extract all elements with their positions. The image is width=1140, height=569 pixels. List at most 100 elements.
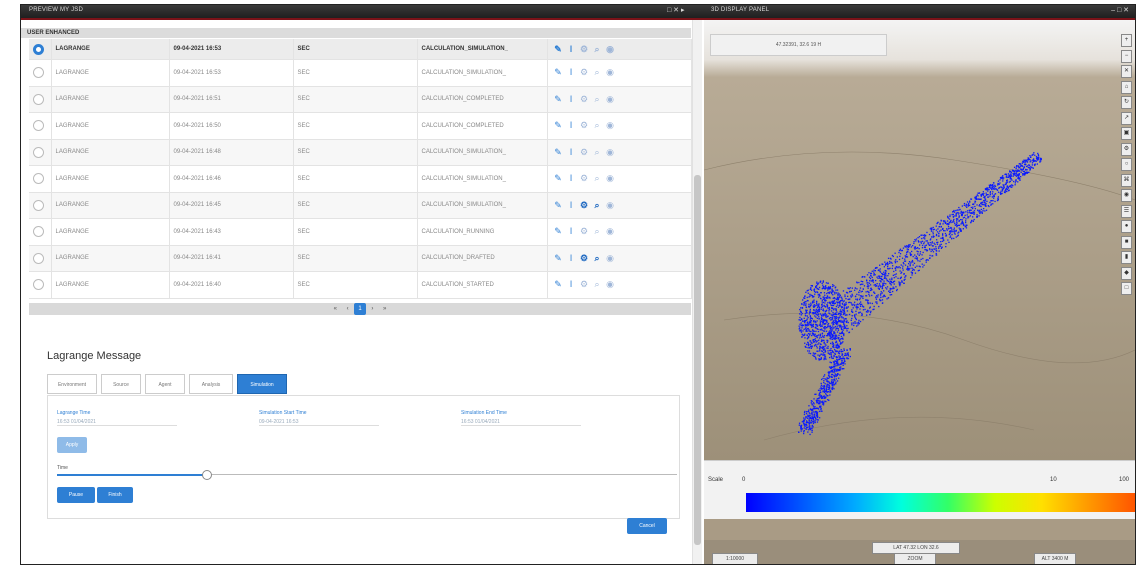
pager-prev[interactable]: ‹ (343, 303, 353, 315)
map-tool-button[interactable]: ⚙ (1121, 142, 1132, 156)
search-icon[interactable]: ⌕ (591, 173, 604, 184)
settings-icon[interactable]: ⚙ (578, 147, 591, 158)
row-select-radio[interactable] (33, 226, 44, 238)
field-start-time[interactable]: 09-04-2021 16:53 (259, 419, 379, 426)
map-tool-button[interactable]: ◆ (1121, 266, 1132, 280)
search-icon[interactable]: ⌕ (591, 279, 604, 290)
pager-first[interactable]: « (330, 303, 341, 315)
map-viewer[interactable]: 47.32391, 32.6 19 H + − ✕ ⌂ ↻ ↗ ▣ ⚙ ○ ⌘ ◉ ☰ ● ■ ▮ ◆ □ Sc… (704, 20, 1135, 564)
view-icon[interactable]: ◉ (604, 200, 617, 211)
select-all-radio[interactable] (33, 43, 44, 55)
pause-button[interactable]: Pause (57, 487, 95, 503)
view-icon[interactable]: ◉ (604, 44, 617, 55)
scale-button[interactable]: 1:10000 (712, 553, 758, 564)
settings-icon[interactable]: ⚙ (578, 279, 591, 290)
info-icon[interactable]: ǀ (565, 67, 578, 77)
table-row[interactable]: LAGRANGE 09-04-2021 16:46 SEC CALCULATION_S… (29, 165, 692, 193)
left-window-controls[interactable]: □ ✕ ▸ (667, 6, 685, 14)
table-row[interactable]: LAGRANGE 09-04-2021 16:48 SEC CALCULATION_S… (29, 139, 692, 166)
cancel-button[interactable]: Cancel (627, 518, 667, 534)
column-header-unit[interactable]: SEC (293, 39, 418, 60)
info-icon[interactable]: ǀ (565, 44, 578, 54)
edit-icon[interactable]: ✎ (552, 94, 565, 105)
row-select-radio[interactable] (33, 252, 44, 264)
info-icon[interactable]: ǀ (565, 279, 578, 289)
view-icon[interactable]: ◉ (604, 67, 617, 78)
info-icon[interactable]: ǀ (565, 173, 578, 183)
info-icon[interactable]: ǀ (565, 200, 578, 210)
row-select-radio[interactable] (33, 120, 44, 132)
settings-icon[interactable]: ⚙ (578, 226, 591, 237)
tab-environment[interactable]: Environment (47, 374, 97, 394)
apply-button[interactable]: Apply (57, 437, 87, 453)
column-header-status[interactable]: CALCULATION_SIMULATION_ (417, 39, 548, 60)
pager-next[interactable]: › (367, 303, 377, 315)
terrain-view[interactable] (704, 20, 1135, 460)
edit-icon[interactable]: ✎ (552, 120, 565, 131)
search-icon[interactable]: ⌕ (591, 94, 604, 105)
column-header-type[interactable]: LAGRANGE (51, 39, 170, 60)
table-row[interactable]: LAGRANGE 09-04-2021 16:45 SEC CALCULATION_S… (29, 192, 692, 219)
field-end-time[interactable]: 16:53 01/04/2021 (461, 419, 581, 426)
scrollbar-thumb[interactable] (694, 175, 701, 545)
view-icon[interactable]: ◉ (604, 94, 617, 105)
view-icon[interactable]: ◉ (604, 279, 617, 290)
map-tool-button[interactable]: ◉ (1121, 189, 1132, 202)
search-icon[interactable]: ⌕ (591, 120, 604, 131)
edit-icon[interactable]: ✎ (552, 279, 565, 290)
settings-icon[interactable]: ⚙ (578, 253, 591, 264)
row-select-radio[interactable] (33, 93, 44, 105)
view-icon[interactable]: ◉ (604, 226, 617, 237)
row-select-radio[interactable] (33, 67, 44, 79)
edit-icon[interactable]: ✎ (552, 173, 565, 184)
table-row[interactable]: LAGRANGE 09-04-2021 16:51 SEC CALCULATION_C… (29, 86, 692, 113)
map-tool-button[interactable]: ⌘ (1121, 173, 1132, 187)
map-tool-button[interactable]: ○ (1121, 158, 1132, 171)
edit-icon[interactable]: ✎ (552, 44, 565, 55)
map-tool-button[interactable]: ▣ (1121, 127, 1132, 140)
pager-current[interactable]: 1 (354, 303, 366, 315)
edit-icon[interactable]: ✎ (552, 253, 565, 264)
view-icon[interactable]: ◉ (604, 173, 617, 184)
info-icon[interactable]: ǀ (565, 120, 578, 130)
pager-last[interactable]: » (379, 303, 390, 315)
edit-icon[interactable]: ✎ (552, 226, 565, 237)
row-select-radio[interactable] (33, 279, 44, 291)
map-tool-button[interactable]: ■ (1121, 235, 1132, 249)
map-tool-button[interactable]: − (1121, 49, 1132, 63)
column-header-date[interactable]: 09-04-2021 16:53 (169, 39, 294, 60)
edit-icon[interactable]: ✎ (552, 147, 565, 158)
time-slider-handle[interactable] (202, 470, 212, 480)
zoom-button[interactable]: ZOOM (894, 553, 936, 564)
tab-source[interactable]: Source (101, 374, 141, 394)
table-row[interactable]: LAGRANGE 09-04-2021 16:53 SEC CALCULATION_S… (29, 59, 692, 87)
edit-icon[interactable]: ✎ (552, 200, 565, 211)
tab-agent[interactable]: Agent (145, 374, 185, 394)
map-tool-button[interactable]: ● (1121, 220, 1132, 233)
settings-icon[interactable]: ⚙ (578, 200, 591, 211)
settings-icon[interactable]: ⚙ (578, 44, 591, 55)
field-lagrange-time[interactable]: 16:53 01/04/2021 (57, 419, 177, 426)
row-select-radio[interactable] (33, 199, 44, 211)
map-tool-button[interactable]: ▮ (1121, 251, 1132, 264)
edit-icon[interactable]: ✎ (552, 67, 565, 78)
row-select-radio[interactable] (33, 173, 44, 185)
left-scrollbar[interactable] (692, 20, 702, 564)
search-icon[interactable]: ⌕ (591, 67, 604, 78)
tab-analysis[interactable]: Analysis (189, 374, 233, 394)
view-icon[interactable]: ◉ (604, 120, 617, 131)
search-icon[interactable]: ⌕ (591, 44, 604, 55)
map-tool-button[interactable]: ☰ (1121, 204, 1132, 218)
table-row[interactable]: LAGRANGE 09-04-2021 16:50 SEC CALCULATION_C… (29, 112, 692, 140)
view-icon[interactable]: ◉ (604, 253, 617, 264)
settings-icon[interactable]: ⚙ (578, 67, 591, 78)
map-tool-button[interactable]: ↻ (1121, 96, 1132, 109)
info-icon[interactable]: ǀ (565, 253, 578, 263)
map-tool-button[interactable]: ↗ (1121, 111, 1132, 125)
settings-icon[interactable]: ⚙ (578, 94, 591, 105)
row-select-radio[interactable] (33, 146, 44, 158)
map-tool-button[interactable]: + (1121, 34, 1132, 47)
finish-button[interactable]: Finish (97, 487, 133, 503)
search-icon[interactable]: ⌕ (591, 253, 604, 264)
view-icon[interactable]: ◉ (604, 147, 617, 158)
